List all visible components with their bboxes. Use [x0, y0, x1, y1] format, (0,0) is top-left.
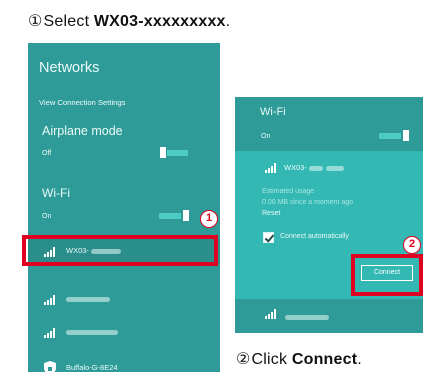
- step2-highlight-box: [351, 254, 423, 296]
- step1-number: ①: [28, 13, 43, 30]
- secured-shield-icon: [44, 361, 56, 372]
- wifi-label: Wi-Fi: [42, 186, 70, 200]
- step1-ssid: WX03-xxxxxxxxx: [93, 13, 226, 30]
- connect-automatically-label[interactable]: Connect automatically: [280, 233, 349, 240]
- redacted-text: [66, 329, 118, 335]
- step1-suffix: .: [225, 13, 231, 30]
- reset-link[interactable]: Reset: [262, 210, 280, 217]
- network-name: [66, 327, 118, 336]
- network-name: [66, 294, 110, 303]
- step1-badge: 1: [200, 210, 218, 228]
- step2-action: Connect: [291, 351, 358, 368]
- airplane-mode-label: Airplane mode: [42, 124, 123, 138]
- wifi-title: Wi-Fi: [260, 106, 286, 118]
- view-connection-settings-link[interactable]: View Connection Settings: [39, 98, 125, 107]
- selected-network-name: WX03-: [284, 163, 344, 172]
- network-item[interactable]: [28, 286, 220, 312]
- step2-caption: ②Click Connect.: [236, 349, 362, 369]
- toggle-thumb: [403, 130, 409, 141]
- airplane-mode-state: Off: [42, 150, 52, 157]
- redacted-text: [308, 165, 323, 171]
- redacted-text: [66, 296, 110, 302]
- estimated-usage-value: 0.00 MB since a moment ago: [262, 199, 354, 206]
- network-item-buffalo[interactable]: Buffalo-G-8E24: [28, 355, 220, 372]
- wifi-state: On: [261, 133, 271, 140]
- connect-automatically-checkbox[interactable]: [263, 232, 274, 243]
- estimated-usage-label: Estimated usage: [262, 188, 315, 195]
- step1-highlight-box: [22, 235, 218, 266]
- airplane-mode-toggle[interactable]: [160, 147, 188, 158]
- step2-number: ②: [236, 351, 251, 368]
- signal-bars-icon: [265, 163, 279, 173]
- wifi-connect-panel: Wi-Fi On WX03- Estimated usage 0.00 MB s…: [235, 97, 423, 333]
- step1-prefix: Select: [43, 13, 94, 30]
- network-name: [285, 309, 329, 327]
- toggle-thumb: [160, 147, 166, 158]
- network-item[interactable]: [235, 304, 423, 326]
- network-name: Buffalo-G-8E24: [66, 363, 118, 372]
- step2-suffix: .: [357, 351, 362, 368]
- networks-title: Networks: [39, 60, 100, 76]
- redacted-text: [325, 165, 344, 171]
- wifi-toggle[interactable]: [379, 130, 409, 141]
- signal-bars-icon: [265, 309, 279, 319]
- networks-panel: Networks View Connection Settings Airpla…: [28, 43, 220, 372]
- wifi-state: On: [42, 213, 52, 220]
- toggle-track: [379, 133, 401, 139]
- network-item[interactable]: [28, 319, 220, 345]
- toggle-thumb: [183, 210, 189, 221]
- signal-bars-icon: [44, 328, 58, 338]
- step2-prefix: Click: [251, 351, 292, 368]
- toggle-track: [159, 213, 181, 219]
- signal-bars-icon: [44, 295, 58, 305]
- redacted-text: [285, 315, 329, 321]
- toggle-track: [167, 150, 188, 156]
- wifi-toggle[interactable]: [159, 210, 189, 221]
- step1-caption: ①Select WX03-xxxxxxxxx.: [28, 11, 230, 31]
- step2-badge: 2: [403, 236, 421, 254]
